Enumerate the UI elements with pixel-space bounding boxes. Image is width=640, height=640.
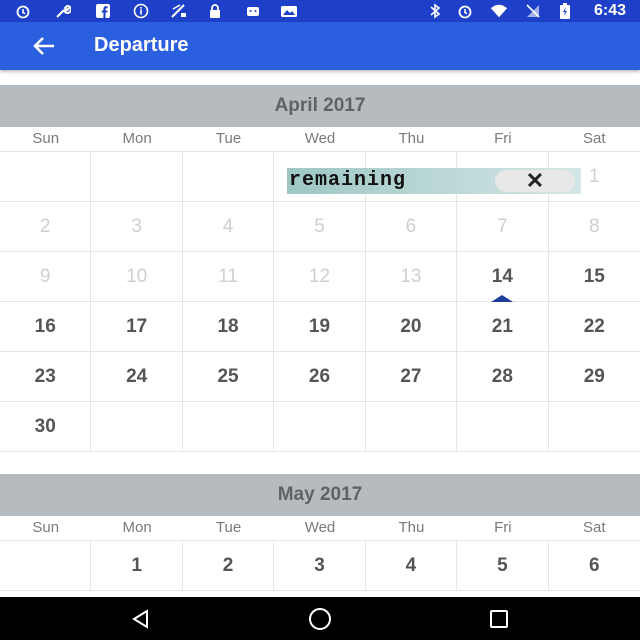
weekday-mon: Mon bbox=[122, 130, 152, 147]
month-header-may: May 2017 bbox=[0, 474, 640, 516]
back-arrow-icon[interactable] bbox=[30, 32, 58, 60]
calendar-grid-may: 123456 bbox=[0, 540, 640, 591]
android-icon bbox=[244, 3, 262, 19]
weekday-sat: Sat bbox=[582, 130, 606, 147]
day-cell[interactable]: 20 bbox=[365, 302, 458, 352]
ad-text: remaining bbox=[289, 169, 407, 192]
day-cell: 5 bbox=[274, 202, 366, 252]
day-cell[interactable]: 18 bbox=[182, 302, 275, 352]
empty-cell bbox=[182, 152, 275, 202]
day-cell[interactable]: 4 bbox=[365, 541, 458, 591]
empty-cell bbox=[91, 402, 183, 452]
day-cell[interactable]: 14 bbox=[457, 252, 549, 302]
day-cell: 7 bbox=[457, 202, 549, 252]
day-cell: 10 bbox=[91, 252, 183, 302]
day-cell[interactable]: 22 bbox=[548, 302, 640, 352]
ad-close-button[interactable]: ✕ bbox=[495, 170, 575, 192]
bluetooth-icon bbox=[426, 3, 444, 19]
no-sim-icon bbox=[524, 3, 542, 19]
empty-cell bbox=[91, 152, 183, 202]
day-cell[interactable]: 15 bbox=[548, 252, 640, 302]
weekday-row-may: Sun Mon Tue Wed Thu Fri Sat bbox=[0, 516, 640, 540]
empty-cell bbox=[548, 402, 640, 452]
weekday-row-april: Sun Mon Tue Wed Thu Fri Sat bbox=[0, 127, 640, 151]
day-cell: 11 bbox=[182, 252, 275, 302]
empty-cell bbox=[0, 541, 92, 591]
day-cell[interactable]: 5 bbox=[457, 541, 549, 591]
status-bar: 6:43 bbox=[0, 0, 640, 22]
empty-cell bbox=[182, 402, 275, 452]
day-cell[interactable]: 16 bbox=[0, 302, 92, 352]
day-cell: 4 bbox=[182, 202, 275, 252]
nav-recents-icon[interactable] bbox=[474, 597, 524, 640]
day-cell[interactable]: 29 bbox=[548, 352, 640, 402]
weekday-fri: Fri bbox=[494, 519, 512, 536]
empty-cell bbox=[0, 152, 92, 202]
photo-icon bbox=[280, 3, 298, 19]
weekday-sat: Sat bbox=[582, 519, 606, 536]
day-cell[interactable]: 17 bbox=[91, 302, 183, 352]
alarm-icon bbox=[14, 3, 32, 19]
day-cell[interactable]: 2 bbox=[182, 541, 275, 591]
info-icon bbox=[132, 3, 150, 19]
weekday-fri: Fri bbox=[494, 130, 512, 147]
ad-banner[interactable]: remaining ✕ bbox=[287, 168, 581, 194]
day-cell[interactable]: 1 bbox=[91, 541, 183, 591]
day-cell[interactable]: 25 bbox=[182, 352, 275, 402]
day-cell[interactable]: 27 bbox=[365, 352, 458, 402]
nav-home-icon[interactable] bbox=[295, 597, 345, 640]
alarm-icon bbox=[456, 3, 474, 19]
battery-charging-icon bbox=[556, 3, 574, 19]
day-cell[interactable]: 24 bbox=[91, 352, 183, 402]
weekday-tue: Tue bbox=[215, 130, 242, 147]
day-cell: 3 bbox=[91, 202, 183, 252]
no-signal-icon bbox=[170, 3, 188, 19]
app-bar: Departure bbox=[0, 22, 640, 70]
day-cell: 8 bbox=[548, 202, 640, 252]
page-title: Departure bbox=[94, 34, 189, 56]
wrench-icon bbox=[54, 3, 72, 19]
weekday-sun: Sun bbox=[32, 130, 60, 147]
today-marker bbox=[491, 295, 514, 302]
day-cell[interactable]: 26 bbox=[274, 352, 366, 402]
weekday-sun: Sun bbox=[32, 519, 60, 536]
day-cell: 13 bbox=[365, 252, 458, 302]
lock-icon bbox=[206, 3, 224, 19]
empty-cell bbox=[365, 402, 458, 452]
empty-cell bbox=[457, 402, 549, 452]
weekday-thu: Thu bbox=[398, 130, 425, 147]
weekday-tue: Tue bbox=[215, 519, 242, 536]
day-cell: 2 bbox=[0, 202, 92, 252]
day-cell: 6 bbox=[365, 202, 458, 252]
wifi-icon bbox=[490, 3, 508, 19]
navigation-bar bbox=[0, 597, 640, 640]
weekday-thu: Thu bbox=[398, 519, 425, 536]
month-header-april: April 2017 bbox=[0, 85, 640, 127]
day-cell[interactable]: 23 bbox=[0, 352, 92, 402]
day-cell[interactable]: 28 bbox=[457, 352, 549, 402]
day-cell[interactable]: 21 bbox=[457, 302, 549, 352]
facebook-icon bbox=[94, 3, 112, 19]
day-cell: 12 bbox=[274, 252, 366, 302]
empty-cell bbox=[274, 402, 366, 452]
day-cell[interactable]: 6 bbox=[548, 541, 640, 591]
day-cell[interactable]: 3 bbox=[274, 541, 366, 591]
day-cell[interactable]: 19 bbox=[274, 302, 366, 352]
weekday-wed: Wed bbox=[304, 130, 336, 147]
calendar-grid-april: 1 2 3 4 5 6 7 8 9 10 11 12 13 14 15 16 17 18 19 20 21 22 23 24 2… bbox=[0, 151, 640, 452]
weekday-wed: Wed bbox=[304, 519, 336, 536]
clock: 6:43 bbox=[593, 2, 626, 19]
nav-back-icon[interactable] bbox=[116, 597, 166, 640]
day-cell: 9 bbox=[0, 252, 92, 302]
weekday-mon: Mon bbox=[122, 519, 152, 536]
day-cell[interactable]: 30 bbox=[0, 402, 92, 452]
